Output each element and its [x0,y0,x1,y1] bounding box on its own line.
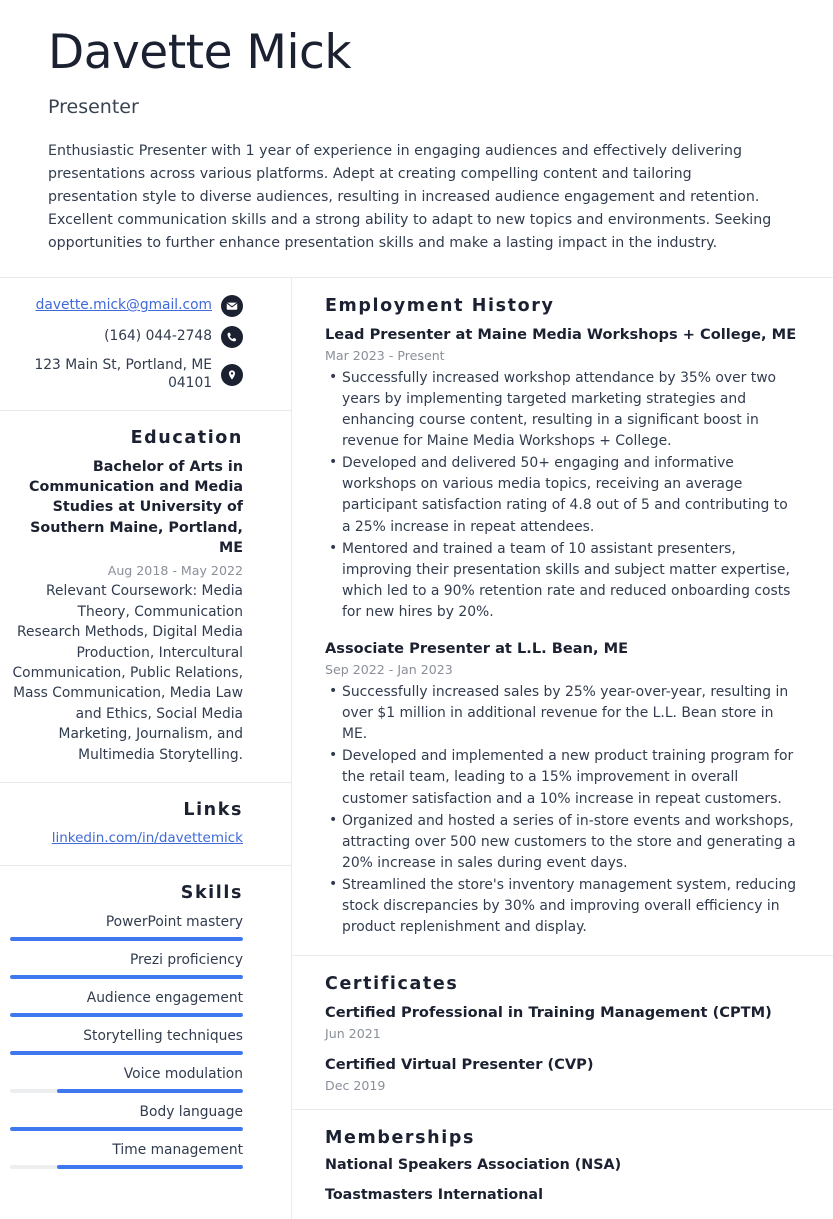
employment-bullets: Successfully increased sales by 25% year… [325,681,800,939]
candidate-name: Davette Mick [48,25,352,80]
certificate-entry: Certified Virtual Presenter (CVP) Dec 20… [325,1055,800,1093]
skill-label: Voice modulation [123,1065,243,1082]
skill-label: Prezi proficiency [129,951,243,968]
contact-section: davette.mick@gmail.com (164) 044-2748 12… [0,278,291,411]
employment-entry: Lead Presenter at Maine Media Workshops … [325,325,800,623]
certificate-date: Jun 2021 [325,1026,381,1042]
certificate-title: Certified Virtual Presenter (CVP) [325,1056,594,1074]
skill-item: PowerPoint mastery [10,914,243,941]
phone-icon [221,326,243,349]
education-degree: Bachelor of Arts in Communication and Me… [29,458,243,557]
skill-bar-fill [10,936,243,941]
sidebar-column: davette.mick@gmail.com (164) 044-2748 12… [0,278,292,1219]
bullet-item: Successfully increased workshop attendan… [329,367,800,453]
links-heading: Links [183,800,243,821]
skills-section: Skills PowerPoint mastery Prezi proficie… [0,866,291,1186]
skill-bar [10,1012,243,1017]
bullet-item: Developed and delivered 50+ engaging and… [329,452,800,538]
employment-date: Mar 2023 - Present [325,347,445,363]
bullet-item: Streamlined the store's inventory manage… [329,874,800,938]
phone-text: (164) 044-2748 [104,328,212,345]
contact-address-row[interactable]: 123 Main St, Portland, ME 04101 [10,357,243,393]
email-text[interactable]: davette.mick@gmail.com [36,297,212,315]
skill-label: Body language [139,1103,243,1120]
skill-item: Audience engagement [10,990,243,1017]
main-column: Employment History Lead Presenter at Mai… [292,278,833,1219]
education-date: Aug 2018 - May 2022 [107,563,243,579]
employment-section: Employment History Lead Presenter at Mai… [292,278,833,957]
resume-page: Davette Mick Presenter Enthusiastic Pres… [0,0,833,1219]
employment-bullets: Successfully increased workshop attendan… [325,367,800,624]
employment-title: Associate Presenter at L.L. Bean, ME [325,640,629,658]
address-text: 123 Main St, Portland, ME 04101 [34,357,212,391]
certificate-date: Dec 2019 [325,1077,386,1093]
skill-item: Storytelling techniques [10,1028,243,1055]
skill-label: PowerPoint mastery [105,913,243,930]
education-section: Education Bachelor of Arts in Communicat… [0,411,291,784]
contact-email-row[interactable]: davette.mick@gmail.com [10,295,243,318]
link-linkedin[interactable]: linkedin.com/in/davettemick [10,829,243,848]
membership-entry: Toastmasters International [325,1186,543,1203]
employment-heading: Employment History [325,296,555,317]
bullet-item: Organized and hosted a series of in-stor… [329,810,800,874]
skill-item: Time management [10,1142,243,1169]
resume-body: davette.mick@gmail.com (164) 044-2748 12… [0,278,833,1219]
skill-label: Audience engagement [86,989,243,1006]
education-description: Relevant Coursework: Media Theory, Commu… [12,583,243,763]
resume-header: Davette Mick Presenter [0,0,833,118]
envelope-icon [221,295,243,318]
skill-label: Storytelling techniques [83,1027,243,1044]
professional-summary: Enthusiastic Presenter with 1 year of ex… [48,143,772,252]
bullet-item: Developed and implemented a new product … [329,745,800,809]
education-item: Bachelor of Arts in Communication and Me… [10,457,243,765]
skill-item: Body language [10,1104,243,1131]
education-heading: Education [130,427,243,448]
memberships-heading: Memberships [325,1127,475,1148]
skill-bar-fill [56,1164,243,1169]
employment-title: Lead Presenter at Maine Media Workshops … [325,326,797,344]
bullet-item: Mentored and trained a team of 10 assist… [329,538,800,624]
certificates-section: Certificates Certified Professional in T… [292,956,833,1110]
links-section: Links linkedin.com/in/davettemick [0,783,291,866]
location-pin-icon [221,363,243,386]
skill-bar [10,1164,243,1169]
skill-bar [10,1088,243,1093]
candidate-job-title: Presenter [48,96,139,119]
skill-bar [10,974,243,979]
membership-entry: National Speakers Association (NSA) [325,1156,622,1173]
skill-bar-fill [10,1126,243,1131]
certificate-entry: Certified Professional in Training Manag… [325,1003,800,1041]
bullet-item: Successfully increased sales by 25% year… [329,681,800,745]
employment-entry: Associate Presenter at L.L. Bean, ME Sep… [325,639,800,938]
skill-bar-fill [10,1012,243,1017]
skill-bar-fill [10,1050,243,1055]
skill-item: Prezi proficiency [10,952,243,979]
skill-bar-fill [10,974,243,979]
skill-label: Time management [112,1141,243,1158]
certificates-heading: Certificates [325,974,459,995]
skill-bar [10,1126,243,1131]
skill-bar-fill [56,1088,243,1093]
certificate-title: Certified Professional in Training Manag… [325,1004,772,1022]
skill-bar [10,1050,243,1055]
contact-phone-row[interactable]: (164) 044-2748 [10,326,243,349]
skills-heading: Skills [180,882,243,903]
memberships-section: Memberships National Speakers Associatio… [292,1110,833,1219]
employment-date: Sep 2022 - Jan 2023 [325,661,453,677]
skill-bar [10,936,243,941]
skill-item: Voice modulation [10,1066,243,1093]
